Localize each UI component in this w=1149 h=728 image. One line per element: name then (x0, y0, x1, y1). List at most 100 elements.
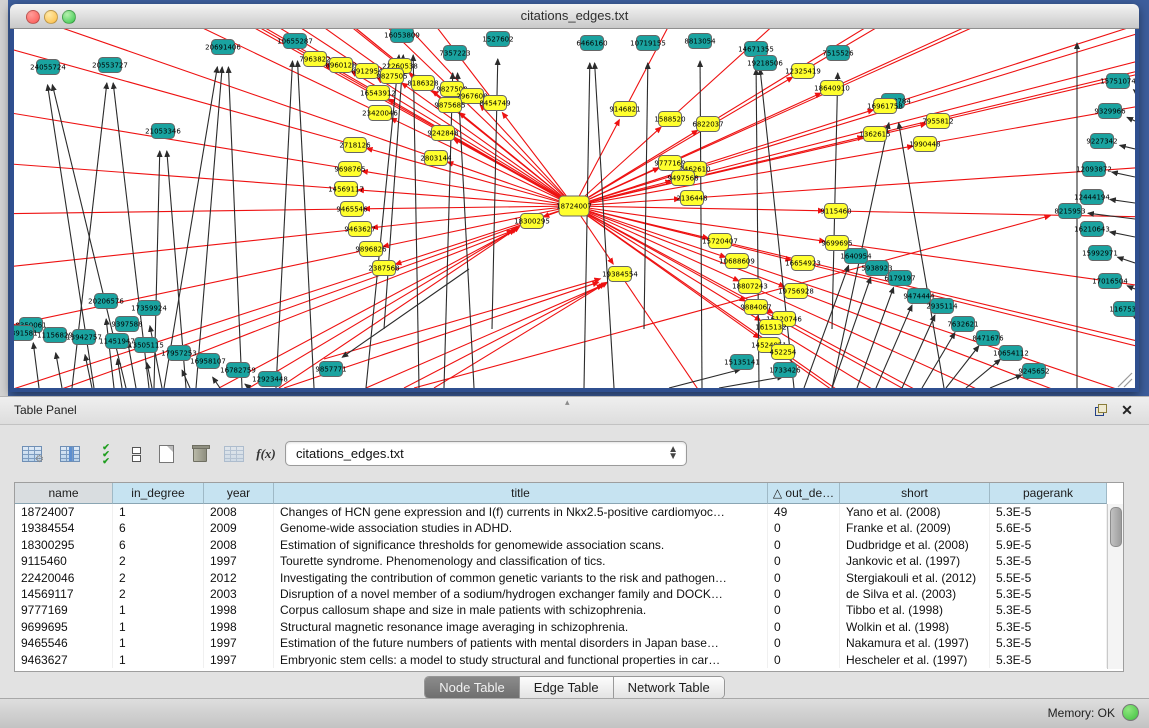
vertical-scrollbar[interactable] (1107, 504, 1123, 669)
graph-node[interactable]: 16210643 (1074, 222, 1110, 237)
red-edge[interactable] (14, 209, 352, 228)
red-edge[interactable] (769, 345, 1135, 388)
float-panel-button[interactable] (1091, 401, 1111, 419)
graph-node[interactable]: 17359924 (131, 301, 167, 316)
window-titlebar[interactable]: citations_edges.txt (10, 4, 1139, 29)
black-edge[interactable] (1127, 117, 1135, 121)
tab-network-table[interactable]: Network Table (614, 677, 724, 698)
black-edge[interactable] (804, 265, 849, 388)
graph-node[interactable]: 1990448 (909, 137, 940, 152)
graph-node[interactable]: 1588520 (654, 112, 685, 127)
table-row[interactable]: 2242004622012Investigating the contribut… (15, 570, 1107, 586)
graph-node[interactable]: 15992971 (1082, 246, 1118, 261)
graph-node[interactable]: 6466160 (576, 36, 607, 51)
column-header-year[interactable]: year (204, 483, 274, 504)
red-edge[interactable] (692, 103, 1135, 198)
red-edge[interactable] (434, 282, 607, 388)
red-edge[interactable] (574, 137, 863, 206)
graph-node[interactable]: 9329966 (1094, 104, 1126, 119)
select-columns-button[interactable]: ✔✔✔ (92, 440, 120, 468)
graph-node[interactable]: 7632621 (947, 317, 978, 332)
black-edge[interactable] (990, 375, 1022, 388)
graph-node[interactable]: 2387568 (368, 261, 399, 276)
graph-node[interactable]: 2935114 (926, 299, 958, 314)
new-table-button[interactable] (152, 440, 180, 468)
table-row[interactable]: 977716911998Corpus callosum shape and si… (15, 602, 1107, 618)
red-edge[interactable] (14, 29, 315, 59)
graph-node[interactable]: 1362615 (859, 127, 890, 142)
scrollbar-thumb[interactable] (1110, 507, 1122, 547)
graph-node[interactable]: 1733426 (769, 363, 801, 378)
red-edge[interactable] (480, 105, 574, 206)
black-edge[interactable] (1133, 90, 1135, 91)
red-edge[interactable] (14, 29, 495, 103)
delete-table-button[interactable] (186, 440, 214, 468)
graph-node[interactable]: 9497568 (667, 171, 698, 186)
graph-node[interactable]: 10719155 (630, 36, 666, 51)
black-edge[interactable] (298, 61, 314, 388)
black-edge[interactable] (245, 384, 250, 388)
graph-node[interactable]: 9227342 (1086, 134, 1117, 149)
graph-node[interactable]: 9146821 (609, 102, 640, 117)
black-edge[interactable] (56, 353, 62, 388)
graph-node[interactable]: 10654112 (993, 346, 1029, 361)
table-selector-dropdown[interactable]: citations_edges.txt ▲▼ (285, 441, 687, 466)
tab-node-table[interactable]: Node Table (425, 677, 520, 698)
black-edge[interactable] (366, 55, 399, 388)
close-panel-button[interactable]: ✕ (1117, 401, 1137, 419)
table-row[interactable]: 911546021997Tourette syndrome. Phenomeno… (15, 553, 1107, 569)
red-edge[interactable] (832, 29, 1135, 88)
graph-node[interactable]: 7515526 (822, 46, 854, 61)
column-header-title[interactable]: title (274, 483, 768, 504)
red-edge[interactable] (358, 190, 574, 206)
column-header-name[interactable]: name (15, 483, 113, 504)
red-edge[interactable] (574, 206, 824, 211)
black-edge[interactable] (106, 319, 114, 388)
graph-node[interactable]: 2803144 (420, 151, 452, 166)
table-row[interactable]: 1830029562008Estimation of significance … (15, 537, 1107, 553)
black-edge[interactable] (876, 305, 912, 388)
table-row[interactable]: 1938455462009Genome-wide association stu… (15, 520, 1107, 536)
graph-node[interactable]: 9245652 (1018, 364, 1049, 379)
graph-node[interactable]: 1527602 (482, 32, 513, 47)
black-edge[interactable] (966, 359, 1000, 388)
graph-node[interactable]: 5938923 (861, 261, 892, 276)
graph-node[interactable]: 16053809 (384, 29, 420, 43)
graph-node[interactable]: 10688609 (719, 254, 755, 269)
graph-node[interactable]: 9115460 (820, 204, 851, 219)
black-edge[interactable] (444, 73, 453, 388)
graph-node[interactable]: 8215953 (1054, 204, 1085, 219)
graph-node[interactable]: 10655287 (277, 34, 313, 49)
red-edge[interactable] (404, 284, 605, 388)
graph-node[interactable]: 2718126 (339, 138, 371, 153)
black-edge[interactable] (584, 63, 590, 388)
graph-node[interactable]: 1615132 (755, 320, 786, 335)
red-edge[interactable] (574, 206, 791, 260)
graph-node[interactable]: 9857771 (315, 362, 346, 377)
red-edge[interactable] (364, 206, 574, 209)
graph-node[interactable]: 15720407 (702, 234, 738, 249)
graph-node[interactable]: 9465546 (336, 202, 368, 217)
function-builder-button[interactable]: f(x) (252, 440, 280, 468)
black-edge[interactable] (276, 61, 292, 388)
graph-node[interactable]: 9699695 (821, 236, 852, 251)
black-edge[interactable] (1120, 145, 1135, 149)
red-edge[interactable] (574, 110, 874, 206)
graph-node[interactable]: 14671355 (738, 42, 774, 57)
graph-node[interactable]: 24055724 (30, 60, 66, 75)
black-edge[interactable] (1127, 286, 1135, 289)
graph-node[interactable]: 17016504 (1092, 274, 1128, 289)
graph-node[interactable]: 1167533 (1109, 302, 1135, 317)
black-edge[interactable] (228, 67, 242, 388)
graph-node[interactable]: 8813054 (684, 34, 716, 49)
graph-node[interactable]: 12444194 (1074, 190, 1110, 205)
red-edge[interactable] (14, 29, 380, 113)
graph-node[interactable]: 452254 (770, 345, 797, 360)
graph-node[interactable]: 20553727 (92, 58, 128, 73)
red-edge[interactable] (708, 29, 1135, 124)
graph-node[interactable]: 20206576 (88, 294, 124, 309)
graph-node[interactable]: 12093872 (1076, 162, 1112, 177)
black-edge[interactable] (1110, 199, 1135, 203)
black-edge[interactable] (644, 63, 648, 329)
black-edge[interactable] (832, 73, 838, 329)
